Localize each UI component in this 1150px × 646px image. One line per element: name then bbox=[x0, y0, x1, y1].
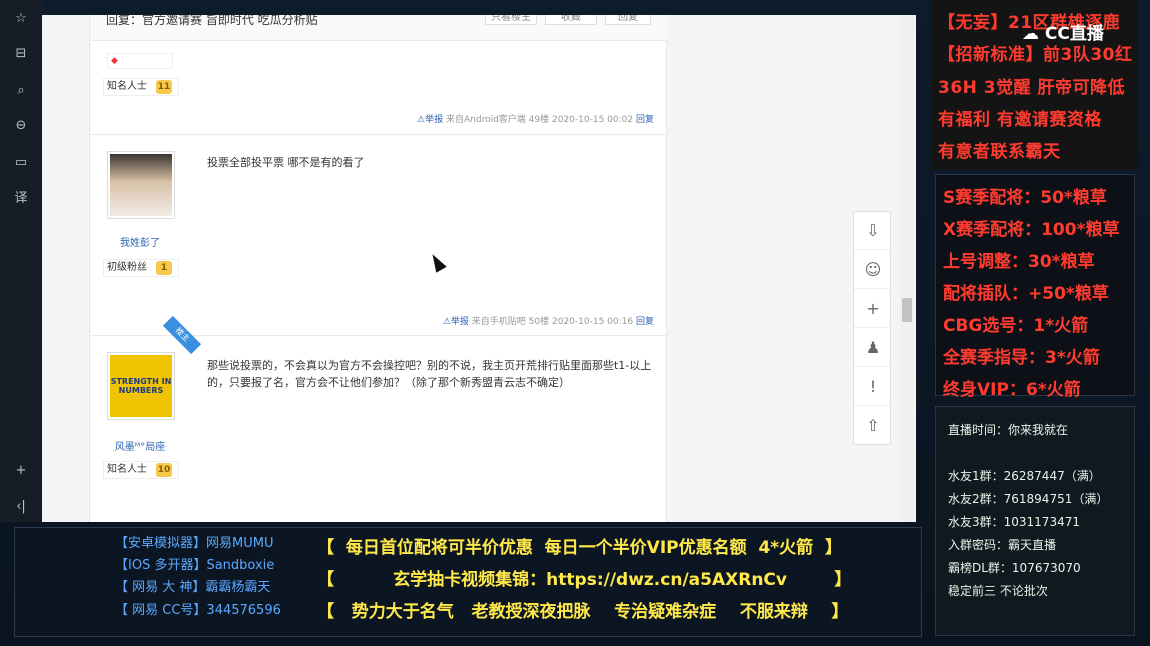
favorite-button[interactable]: 收藏 bbox=[545, 15, 597, 25]
info-panel: 直播时间：你来我就在 水友1群：26287447（满） 水友2群：7618947… bbox=[935, 406, 1135, 636]
thread-content: 回复：官方邀请赛 旨即时代 吃瓜分析贴 只看楼主 收藏 回复 ◆ 知名人士 11… bbox=[89, 15, 668, 522]
emoji-icon[interactable]: ☺ bbox=[854, 251, 892, 289]
banner-center-line: 【 势力大于名气 老教授深夜把脉 专治疑难杂症 不服来辩 】 bbox=[317, 602, 849, 622]
avatar-photo bbox=[110, 154, 172, 216]
info-line: 直播时间：你来我就在 bbox=[948, 423, 1069, 437]
browser-page: 回复：官方邀请赛 旨即时代 吃瓜分析贴 只看楼主 收藏 回复 ◆ 知名人士 11… bbox=[42, 15, 916, 522]
info-line: 稳定前三 不论批次 bbox=[948, 584, 1048, 598]
scrollbar[interactable] bbox=[900, 15, 914, 522]
translate-icon[interactable]: 译 bbox=[12, 190, 30, 208]
post-51: 楼主 STRENGTH IN NUMBERS 风墨ᴹ°局座 知名人士 10 那些… bbox=[90, 315, 668, 522]
scrollbar-thumb[interactable] bbox=[902, 298, 912, 322]
level-badge: 1 bbox=[156, 261, 172, 275]
banner-center-line: 【 每日首位配将可半价优惠 每日一个半价VIP优惠名额 4*火箭 】 bbox=[317, 538, 843, 558]
stream-frame: ☆ ⊟ ⌕ ⊖ ▭ 译 + ‹| 回复：官方邀请赛 旨即时代 吃瓜分析贴 只看楼… bbox=[0, 0, 1150, 646]
reply-link[interactable]: 回复 bbox=[636, 115, 654, 125]
collapse-icon[interactable]: ‹| bbox=[12, 498, 30, 516]
left-toolbar: ☆ ⊟ ⌕ ⊖ ▭ 译 + ‹| bbox=[0, 0, 42, 522]
info-line: 水友2群：761894751（满） bbox=[948, 492, 1109, 506]
price-line: 终身VIP：6*火箭 bbox=[943, 380, 1081, 400]
cc-live-logo: ☁ CC直播 bbox=[1022, 24, 1104, 44]
price-line: X赛季配将：100*粮草 bbox=[943, 220, 1120, 240]
feedback-icon[interactable]: ! bbox=[854, 368, 892, 406]
price-line: CBG选号：1*火箭 bbox=[943, 316, 1089, 336]
price-line: 配将插队：+50*粮草 bbox=[943, 284, 1109, 304]
price-panel: S赛季配将：50*粮草 X赛季配将：100*粮草 上号调整：30*粮草 配将插队… bbox=[935, 174, 1135, 400]
promo-line: 有福利 有邀请赛资格 bbox=[938, 110, 1102, 130]
username[interactable]: 我姓彭了 bbox=[90, 234, 190, 249]
user-level: 知名人士 11 bbox=[103, 78, 179, 96]
download-app-icon[interactable]: ⇩ bbox=[854, 212, 892, 250]
promo-line: 36H 3觉醒 肝帝可降低 bbox=[938, 78, 1126, 98]
info-line: 霸榜DL群：107673070 bbox=[948, 561, 1081, 575]
post-meta: ⚠举报 来自Android客户端 49楼 2020-10-15 00:02 回复 bbox=[417, 115, 654, 125]
report-link[interactable]: ⚠举报 bbox=[417, 115, 443, 125]
floating-toolbar: ⇩ ☺ + ♟ ! ⇧ bbox=[853, 211, 892, 445]
back-to-top-icon[interactable]: ⇧ bbox=[854, 407, 892, 445]
star-icon[interactable]: ☆ bbox=[12, 10, 30, 28]
reply-top-button[interactable]: 回复 bbox=[605, 15, 651, 25]
banner-left-line: 【IOS 多开器】Sandboxie bbox=[115, 558, 275, 573]
username[interactable]: 风墨ᴹ°局座 bbox=[90, 438, 190, 453]
banner-left-line: 【 网易 大 神】霸霸杨霸天 bbox=[115, 580, 271, 595]
user-icon[interactable]: ♟ bbox=[854, 329, 892, 367]
post-49: ◆ 知名人士 11 ⚠举报 来自Android客户端 49楼 2020-10-1… bbox=[90, 41, 668, 135]
reply-link[interactable]: 回复 bbox=[636, 317, 654, 327]
avatar[interactable]: STRENGTH IN NUMBERS bbox=[107, 352, 175, 420]
bottom-banner: 【安卓模拟器】网易MUMU 【IOS 多开器】Sandboxie 【 网易 大 … bbox=[14, 527, 922, 637]
reply-bar: 回复：官方邀请赛 旨即时代 吃瓜分析贴 只看楼主 收藏 回复 bbox=[90, 15, 668, 41]
plus-icon[interactable]: + bbox=[854, 290, 892, 328]
banner-center-line: 【 玄学抽卡视频集锦：https://dwz.cn/a5AXRnCv 】 bbox=[317, 570, 852, 590]
avatar[interactable] bbox=[107, 151, 175, 219]
promo-line: 有意者联系霸天 bbox=[938, 142, 1061, 162]
bookmark-icon[interactable]: ⊟ bbox=[12, 45, 30, 63]
report-link[interactable]: ⚠举报 bbox=[443, 317, 469, 327]
banner-left-line: 【安卓模拟器】网易MUMU bbox=[115, 536, 274, 551]
user-level: 知名人士 10 bbox=[103, 461, 179, 479]
post-text: 那些说投票的，不会真以为官方不会操控吧？别的不说，我主页开荒排行贴里面那些t1-… bbox=[207, 359, 652, 389]
thread-title: 回复：官方邀请赛 旨即时代 吃瓜分析贴 bbox=[106, 15, 318, 27]
price-line: S赛季配将：50*粮草 bbox=[943, 188, 1107, 208]
info-line: 水友1群：26287447（满） bbox=[948, 469, 1101, 483]
bag-icon[interactable]: ⊖ bbox=[12, 117, 30, 135]
banner-left-line: 【 网易 CC号】344576596 bbox=[115, 603, 281, 618]
price-line: 全赛季指导：3*火箭 bbox=[943, 348, 1100, 368]
team-logo: STRENGTH IN NUMBERS bbox=[110, 355, 172, 417]
search-icon[interactable]: ⌕ bbox=[12, 82, 30, 100]
user-level: 初级粉丝 1 bbox=[103, 259, 179, 277]
post-text: 投票全部投平票 哪不是有的看了 bbox=[207, 156, 365, 169]
only-op-button[interactable]: 只看楼主 bbox=[485, 15, 537, 25]
level-badge: 10 bbox=[156, 463, 172, 477]
info-line: 水友3群：1031173471 bbox=[948, 515, 1080, 529]
info-line: 入群密码：霸天直播 bbox=[948, 538, 1057, 552]
add-icon[interactable]: + bbox=[12, 462, 30, 480]
post-50: 我姓彭了 初级粉丝 1 投票全部投平票 哪不是有的看了 ⚠举报 来自手机贴吧 5… bbox=[90, 135, 668, 336]
price-line: 上号调整：30*粮草 bbox=[943, 252, 1095, 272]
window-icon[interactable]: ▭ bbox=[12, 154, 30, 172]
game-icon: ◆ bbox=[107, 53, 173, 69]
post-meta: ⚠举报 来自手机贴吧 50楼 2020-10-15 00:16 回复 bbox=[442, 317, 654, 327]
level-badge: 11 bbox=[156, 80, 172, 94]
